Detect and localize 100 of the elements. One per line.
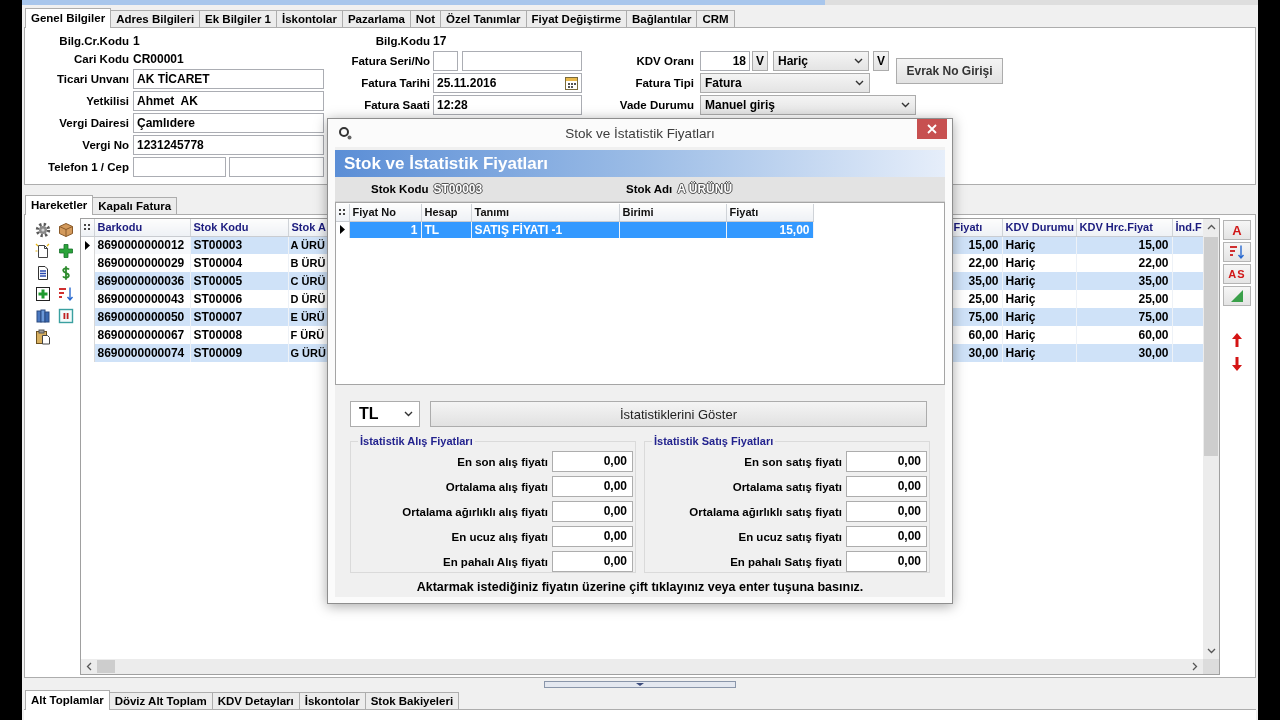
- sort-button[interactable]: [1223, 242, 1251, 262]
- tab[interactable]: Not: [409, 10, 441, 27]
- text-field[interactable]: 0,00: [552, 451, 633, 472]
- circles-icon: [338, 126, 352, 140]
- table-cell: E ÜRÜ: [288, 308, 327, 326]
- text-field[interactable]: [462, 51, 582, 71]
- dropdown[interactable]: Manuel giriş: [700, 95, 916, 115]
- text-field[interactable]: AK TİCARET: [133, 69, 324, 89]
- box-icon[interactable]: [57, 221, 74, 238]
- sort-icon[interactable]: [1229, 244, 1245, 260]
- text-field[interactable]: 0,00: [552, 476, 633, 497]
- gear-icon[interactable]: [34, 221, 51, 238]
- chart-button[interactable]: [1223, 286, 1251, 306]
- text-field[interactable]: 0,00: [846, 526, 927, 547]
- dropdown[interactable]: Hariç: [773, 51, 869, 71]
- scroll-up-icon[interactable]: [1206, 224, 1216, 230]
- tab[interactable]: Genel Bilgiler: [25, 8, 112, 28]
- column-header[interactable]: Stok Kodu: [190, 219, 288, 236]
- grip-icon[interactable]: [339, 209, 346, 216]
- field-label: En son satış fiyatı: [744, 455, 842, 468]
- tab[interactable]: İskontolar: [275, 10, 343, 27]
- column-header[interactable]: İnd.F: [1172, 219, 1203, 236]
- column-header[interactable]: Fiyatı: [950, 219, 1002, 236]
- dropdown[interactable]: Fatura: [700, 73, 870, 93]
- column-header[interactable]: Fiyatı: [726, 204, 813, 221]
- scroll-right-icon[interactable]: [1192, 662, 1198, 671]
- field-label: Fatura Seri/No: [351, 55, 430, 67]
- table-cell: ST00005: [190, 272, 288, 290]
- arrow-down-icon[interactable]: [1232, 357, 1242, 371]
- tab[interactable]: CRM: [696, 10, 735, 27]
- tab[interactable]: Pazarlama: [341, 10, 411, 27]
- new-document-icon[interactable]: [34, 243, 51, 260]
- text-field[interactable]: 0,00: [552, 501, 633, 522]
- scroll-left-icon[interactable]: [86, 662, 92, 671]
- close-icon: [927, 124, 937, 134]
- text-field[interactable]: 1231245778: [133, 135, 324, 155]
- column-header[interactable]: Barkodu: [94, 219, 190, 236]
- tab[interactable]: Ek Bilgiler 1: [199, 10, 277, 27]
- text-field[interactable]: [433, 51, 458, 71]
- pause-icon[interactable]: [57, 307, 74, 324]
- scroll-down-icon[interactable]: [1206, 648, 1216, 654]
- table-cell: ST00009: [190, 344, 288, 362]
- text-field[interactable]: 0,00: [846, 501, 927, 522]
- text-field[interactable]: [133, 157, 226, 177]
- text-field[interactable]: 0,00: [846, 451, 927, 472]
- column-header[interactable]: Stok A: [288, 219, 327, 236]
- column-header[interactable]: KDV Durumu: [1002, 219, 1076, 236]
- splitter-handle[interactable]: [544, 680, 736, 688]
- horizontal-scrollbar[interactable]: [81, 659, 1203, 674]
- sort-icon[interactable]: [57, 286, 74, 303]
- table-cell: 35,00: [1076, 272, 1172, 290]
- column-header[interactable]: Birimi: [619, 204, 726, 221]
- tab[interactable]: Özel Tanımlar: [440, 10, 527, 27]
- letter-button[interactable]: A: [1223, 220, 1251, 240]
- column-header[interactable]: Fiyat No: [349, 204, 421, 221]
- table-cell: 30,00: [1076, 344, 1172, 362]
- column-header[interactable]: Hesap: [421, 204, 471, 221]
- text-field[interactable]: Çamlıdere: [133, 113, 324, 133]
- clipboard-icon[interactable]: [34, 329, 51, 346]
- scrollbar-thumb[interactable]: [1204, 237, 1218, 456]
- vertical-scrollbar[interactable]: [1203, 219, 1219, 659]
- add-icon[interactable]: [34, 286, 51, 303]
- field-label: Ortalama ağırlıklı alış fiyatı: [402, 505, 548, 518]
- grip-icon[interactable]: [84, 224, 91, 231]
- text-field[interactable]: 0,00: [552, 551, 633, 572]
- text-field[interactable]: 0,00: [846, 551, 927, 572]
- chevron-icon: [404, 411, 413, 417]
- tab[interactable]: Hareketler: [25, 195, 94, 215]
- document-number-button[interactable]: Evrak No Girişi: [896, 58, 1003, 84]
- tab[interactable]: Adres Bilgileri: [110, 10, 201, 27]
- text-field[interactable]: [229, 157, 324, 177]
- close-button[interactable]: [917, 119, 947, 139]
- calendar-icon[interactable]: [565, 76, 578, 90]
- tab[interactable]: KDV Detayları: [211, 692, 300, 709]
- arrow-up-icon[interactable]: [1232, 333, 1242, 347]
- tab[interactable]: Stok Bakiyeleri: [364, 692, 460, 709]
- letter-button[interactable]: AS: [1223, 264, 1251, 284]
- text-field[interactable]: 0,00: [552, 526, 633, 547]
- plus-icon[interactable]: [57, 243, 74, 260]
- text-field[interactable]: 0,00: [846, 476, 927, 497]
- date-field[interactable]: 25.11.2016: [433, 73, 582, 93]
- tab[interactable]: Bağlantılar: [626, 10, 698, 27]
- text-field[interactable]: Ahmet AK: [133, 91, 324, 111]
- v-button[interactable]: V: [752, 51, 768, 71]
- column-header[interactable]: Tanımı: [471, 204, 619, 221]
- scrollbar-thumb[interactable]: [97, 660, 115, 673]
- books-icon[interactable]: [34, 307, 51, 324]
- tab[interactable]: Döviz Alt Toplam: [108, 692, 213, 709]
- show-statistics-button[interactable]: İstatistiklerini Göster: [430, 401, 927, 427]
- text-field[interactable]: 12:28: [433, 95, 582, 115]
- field-label: En ucuz alış fiyatı: [451, 530, 548, 543]
- field-value: 1: [133, 34, 140, 48]
- tab[interactable]: Alt Toplamlar: [25, 690, 110, 710]
- v-button[interactable]: V: [873, 51, 889, 71]
- text-field[interactable]: 18: [700, 51, 750, 71]
- column-header[interactable]: KDV Hrc.Fiyat: [1076, 219, 1172, 236]
- tab[interactable]: Kapalı Fatura: [92, 197, 178, 214]
- tab[interactable]: Fiyat Değiştirme: [525, 10, 628, 27]
- currency-dropdown[interactable]: TL: [350, 401, 420, 427]
- tab[interactable]: İskontolar: [298, 692, 366, 709]
